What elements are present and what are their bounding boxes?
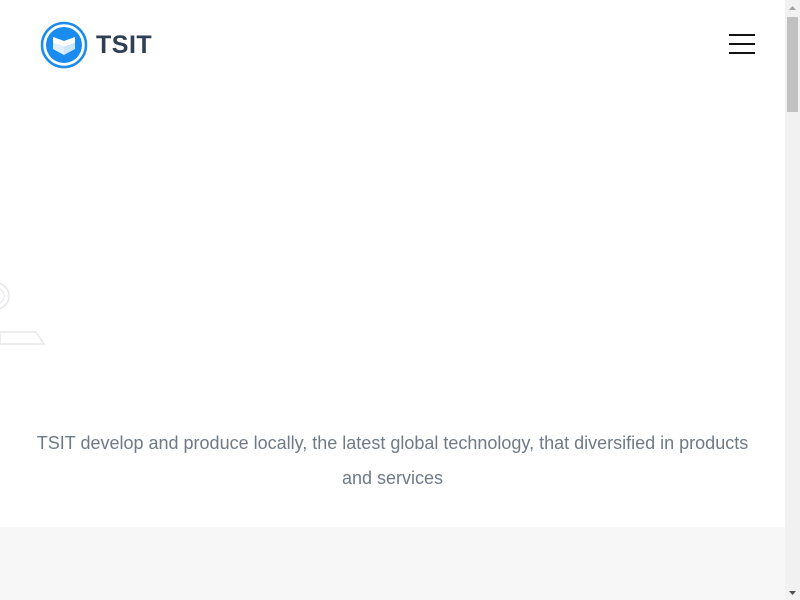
next-section-background [0,527,785,600]
hero-tagline: TSIT develop and produce locally, the la… [36,433,749,488]
site-header: TSIT [0,0,785,90]
vertical-scrollbar[interactable] [785,0,800,600]
brand-name: TSIT [96,30,153,59]
shield-chevron-logo-icon [40,21,88,69]
scroll-down-arrow-icon[interactable] [785,585,800,600]
scrollbar-thumb[interactable] [787,17,798,112]
scroll-up-arrow-icon[interactable] [785,0,800,15]
hamburger-menu-icon[interactable] [729,33,755,55]
hero-illustration-fragment [0,282,46,345]
menu-bar-top [729,34,755,36]
menu-bar-bottom [729,52,755,54]
brand-logo-link[interactable]: TSIT [40,21,152,69]
page-viewport: TSIT TSIT develop and produce locally, t… [0,0,785,600]
menu-bar-middle [729,43,755,45]
